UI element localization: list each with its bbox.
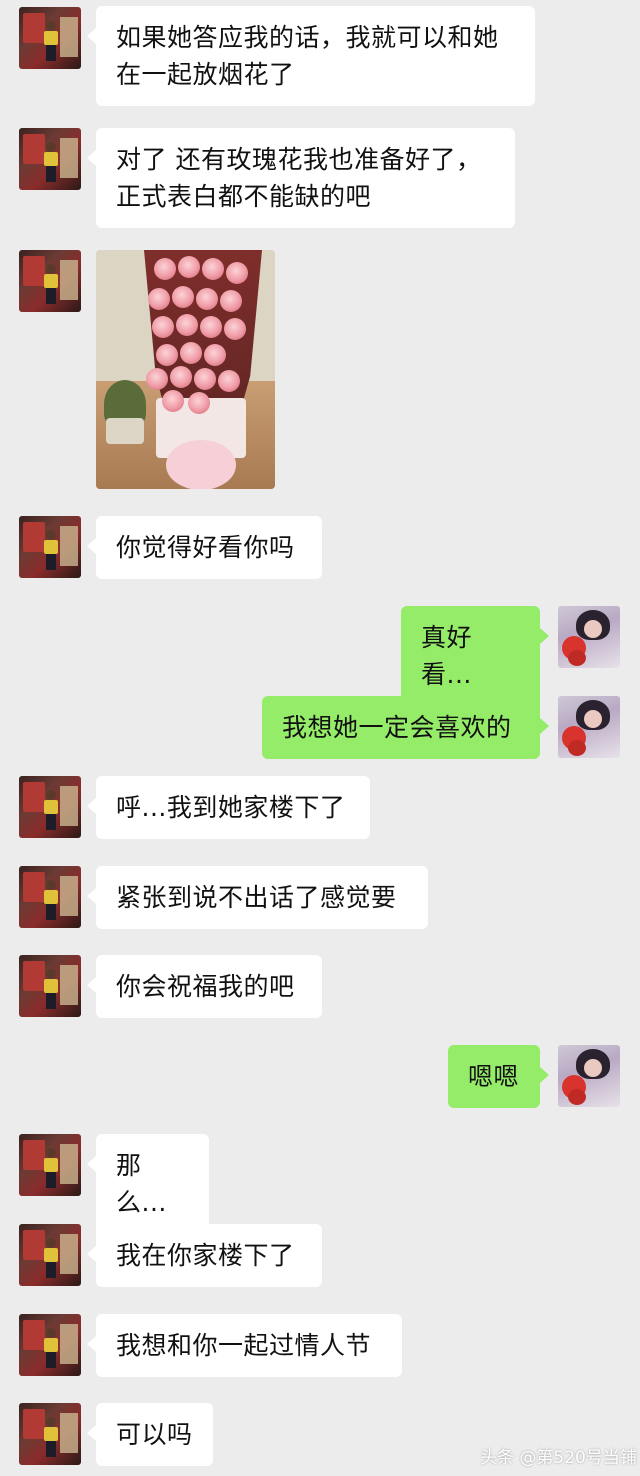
watermark: 头条 @第520号当铺 xyxy=(480,1448,637,1468)
outgoing-message[interactable]: 嗯嗯 xyxy=(448,1045,549,1108)
outgoing-message[interactable]: 我想她一定会喜欢的 xyxy=(262,696,549,759)
incoming-message[interactable]: 你会祝福我的吧 xyxy=(87,955,322,1018)
contact-avatar[interactable] xyxy=(19,1403,81,1465)
contact-avatar[interactable] xyxy=(19,128,81,190)
contact-avatar[interactable] xyxy=(19,955,81,1017)
contact-avatar[interactable] xyxy=(19,866,81,928)
contact-avatar[interactable] xyxy=(19,776,81,838)
outgoing-message[interactable]: 真好看... xyxy=(401,606,549,706)
incoming-message[interactable]: 如果她答应我的话，我就可以和她 在一起放烟花了 xyxy=(87,6,535,106)
user-avatar[interactable] xyxy=(558,606,620,668)
incoming-message[interactable]: 可以吗 xyxy=(87,1403,213,1466)
user-avatar[interactable] xyxy=(558,696,620,758)
rose-bouquet-photo[interactable] xyxy=(96,250,275,489)
user-avatar[interactable] xyxy=(558,1045,620,1107)
incoming-message[interactable]: 我想和你一起过情人节 xyxy=(87,1314,402,1377)
incoming-message[interactable]: 对了 还有玫瑰花我也准备好了， 正式表白都不能缺的吧 xyxy=(87,128,515,228)
contact-avatar[interactable] xyxy=(19,250,81,312)
incoming-message[interactable]: 那么... xyxy=(87,1134,209,1234)
incoming-message[interactable]: 呼...我到她家楼下了 xyxy=(87,776,370,839)
contact-avatar[interactable] xyxy=(19,7,81,69)
contact-avatar[interactable] xyxy=(19,516,81,578)
incoming-message[interactable]: 你觉得好看你吗 xyxy=(87,516,322,579)
contact-avatar[interactable] xyxy=(19,1224,81,1286)
contact-avatar[interactable] xyxy=(19,1314,81,1376)
incoming-message[interactable]: 我在你家楼下了 xyxy=(87,1224,322,1287)
contact-avatar[interactable] xyxy=(19,1134,81,1196)
incoming-message[interactable]: 紧张到说不出话了感觉要 xyxy=(87,866,428,929)
